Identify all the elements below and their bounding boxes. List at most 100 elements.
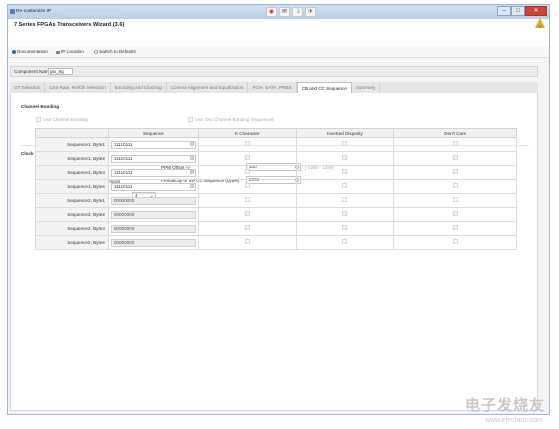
inverted-disparity-checkbox[interactable] xyxy=(342,239,348,244)
sequence-value-input[interactable]: 11110111 xyxy=(110,140,196,149)
sequence-value: 11110111 xyxy=(113,183,133,189)
dont-care-checkbox[interactable] xyxy=(452,183,458,188)
maximize-button[interactable]: □ xyxy=(511,6,525,16)
folder-icon xyxy=(56,50,60,54)
dont-care-cell xyxy=(393,193,517,208)
screenshot-tool-icon[interactable]: ◉ xyxy=(266,7,277,17)
tab-gt-selection[interactable]: GT Selection xyxy=(10,82,46,93)
dont-care-checkbox[interactable] xyxy=(452,225,458,230)
k-character-checkbox[interactable] xyxy=(244,211,250,216)
dont-care-cell xyxy=(393,151,517,166)
dont-care-checkbox[interactable] xyxy=(452,197,458,202)
sequence-cell: 11110111 xyxy=(107,151,199,166)
sequence-cell: 11110111 xyxy=(107,165,199,180)
clear-icon[interactable] xyxy=(189,184,194,188)
switch-defaults-link[interactable]: Switch to Defaults xyxy=(94,49,136,54)
k-character-checkbox[interactable] xyxy=(244,197,250,202)
inverted-disparity-checkbox[interactable] xyxy=(342,225,348,230)
tab-comma-alignment[interactable]: Comma Alignment and Equalization xyxy=(167,82,249,93)
dont-care-checkbox[interactable] xyxy=(452,141,458,146)
channel-bonding-title: Channel Bonding xyxy=(21,104,60,109)
vivado-logo-icon xyxy=(535,18,545,28)
sequence-value: 00000000 xyxy=(113,211,135,217)
dont-care-cell xyxy=(393,165,517,180)
inverted-disparity-cell xyxy=(295,165,395,180)
use-channel-bonding-checkbox[interactable] xyxy=(36,117,41,122)
sequence-value-input: 00000000 xyxy=(110,238,196,247)
column-header: Sequence xyxy=(107,128,199,138)
sequence-cell: 11110111 xyxy=(107,137,199,152)
inverted-disparity-checkbox[interactable] xyxy=(342,211,348,216)
inverted-disparity-checkbox[interactable] xyxy=(342,183,348,188)
window-title: Re-customize IP xyxy=(16,9,52,14)
sequence-cell: 00000000 xyxy=(107,193,199,208)
dont-care-checkbox[interactable] xyxy=(452,239,458,244)
sequence-value-input[interactable]: 11110111 xyxy=(110,154,196,163)
dont-care-checkbox[interactable] xyxy=(452,211,458,216)
sequence-value-input: 00000000 xyxy=(110,210,196,219)
inverted-disparity-checkbox[interactable] xyxy=(342,169,348,174)
inverted-disparity-checkbox[interactable] xyxy=(342,197,348,202)
row-label: Sequence2, Byte2 xyxy=(35,207,109,222)
dont-care-cell xyxy=(393,235,517,250)
k-character-checkbox[interactable] xyxy=(244,155,250,160)
minimize-button[interactable]: – xyxy=(497,6,511,16)
column-header: K Character xyxy=(197,128,297,138)
sequence-cell: 00000000 xyxy=(107,235,199,250)
sequence-value-input[interactable]: 11110111 xyxy=(110,168,196,177)
tab-pcie-sata-prbs[interactable]: PCIe, SATA, PRBS xyxy=(248,82,297,93)
bird-icon[interactable]: ✈ xyxy=(305,7,316,17)
documentation-link[interactable]: Documentation xyxy=(12,49,48,54)
k-character-cell xyxy=(197,165,297,180)
ip-location-link[interactable]: IP Location xyxy=(56,49,84,54)
k-character-cell xyxy=(197,235,297,250)
dont-care-checkbox[interactable] xyxy=(452,169,458,174)
use-two-cb-checkbox[interactable] xyxy=(188,117,193,122)
row-label: Sequence2, Byte1 xyxy=(35,193,109,208)
table-row: Sequence1, Byte2 11110111 xyxy=(35,151,517,166)
k-character-checkbox[interactable] xyxy=(244,169,250,174)
refresh-icon xyxy=(94,49,98,54)
tab-encoding-clocking[interactable]: Encoding and Clocking xyxy=(111,82,167,93)
component-name-input[interactable]: gtx_8g xyxy=(48,68,73,75)
watermark-text: 电子发烧友 xyxy=(464,397,545,414)
use-two-cb-label: Use Two Channel Bonding Sequences xyxy=(195,117,274,122)
dont-care-cell xyxy=(393,137,517,152)
moon-icon[interactable]: ☽ xyxy=(292,7,303,17)
row-label: Sequence1, Byte1 xyxy=(35,137,109,152)
link-bar: Documentation IP Location Switch to Defa… xyxy=(8,47,549,58)
inverted-disparity-cell xyxy=(295,137,395,152)
sequence-value: 11110111 xyxy=(113,169,133,175)
switch-defaults-label: Switch to Defaults xyxy=(99,49,136,54)
clear-icon[interactable] xyxy=(189,156,194,160)
tab-summary[interactable]: Summary xyxy=(352,82,381,93)
dont-care-cell xyxy=(393,207,517,222)
mail-icon[interactable]: ✉ xyxy=(279,7,290,17)
dont-care-checkbox[interactable] xyxy=(452,155,458,160)
info-icon xyxy=(12,49,16,54)
sequence-value-input: 00000000 xyxy=(110,224,196,233)
clear-icon[interactable] xyxy=(189,170,194,174)
row-label: Sequence1, Byte2 xyxy=(35,151,109,166)
sequence-value-input[interactable]: 11110111 xyxy=(110,182,196,191)
k-character-checkbox[interactable] xyxy=(244,225,250,230)
table-row: Sequence2, Byte1 00000000 xyxy=(35,193,517,208)
use-channel-bonding-label: Use Channel Bonding xyxy=(43,117,88,122)
component-name-row: Component Name gtx_8g xyxy=(10,66,538,77)
k-character-cell xyxy=(197,137,297,152)
k-character-checkbox[interactable] xyxy=(244,141,250,146)
inverted-disparity-cell xyxy=(295,193,395,208)
title-bar[interactable]: Re-customize IP ◉ ✉ ☽ ✈ – □ ✕ xyxy=(8,5,549,19)
close-button[interactable]: ✕ xyxy=(525,6,547,16)
k-character-checkbox[interactable] xyxy=(244,183,250,188)
sequence-cell: 00000000 xyxy=(107,221,199,236)
clear-icon[interactable] xyxy=(189,142,194,146)
inverted-disparity-cell xyxy=(295,179,395,194)
tab-line-rate[interactable]: Line Rate, RefClk Selection xyxy=(45,82,111,93)
inverted-disparity-cell xyxy=(295,221,395,236)
k-character-checkbox[interactable] xyxy=(244,239,250,244)
sequence-value: 00000000 xyxy=(113,239,135,245)
inverted-disparity-checkbox[interactable] xyxy=(342,155,348,160)
inverted-disparity-checkbox[interactable] xyxy=(342,141,348,146)
app-icon xyxy=(10,9,15,14)
